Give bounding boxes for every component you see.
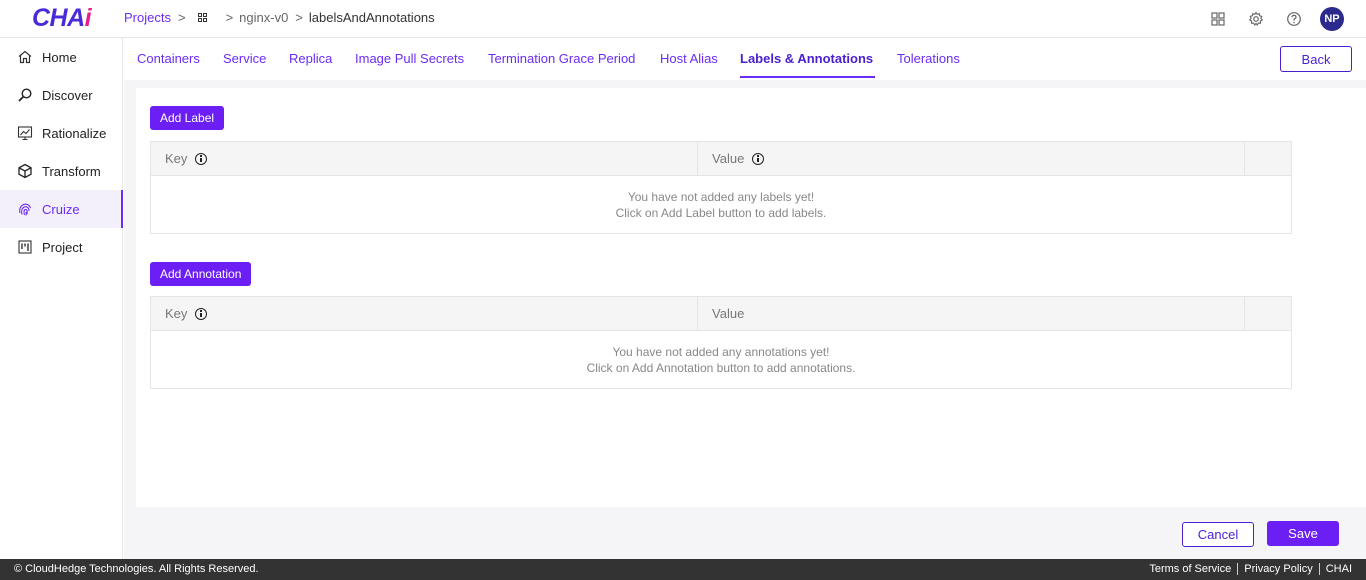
- value-column-header: Value: [698, 142, 1246, 175]
- top-bar: CHAi Projects > > nginx-v0 > labelsAndAn…: [0, 0, 1366, 38]
- actions-column-header: [1245, 297, 1291, 330]
- footer: © CloudHedge Technologies. All Rights Re…: [0, 559, 1366, 580]
- sidebar-item-label: Cruize: [42, 201, 80, 217]
- sidebar-item-label: Rationalize: [42, 125, 107, 141]
- tab-replica[interactable]: Replica: [289, 51, 332, 66]
- breadcrumb-current: labelsAndAnnotations: [308, 10, 435, 25]
- info-icon[interactable]: [195, 152, 208, 165]
- breadcrumb-app[interactable]: nginx-v0: [239, 10, 288, 25]
- tab-image-pull-secrets[interactable]: Image Pull Secrets: [355, 51, 464, 66]
- gear-icon[interactable]: [1244, 7, 1268, 31]
- back-button[interactable]: Back: [1280, 46, 1352, 72]
- sidebar-item-cruize[interactable]: Cruize: [0, 190, 123, 228]
- sidebar-item-label: Home: [42, 49, 77, 65]
- tab-tolerations[interactable]: Tolerations: [897, 51, 960, 66]
- key-column-header: Key: [151, 297, 699, 330]
- annotations-table: Key Value You have not added any annotat…: [150, 296, 1292, 389]
- add-label-button[interactable]: Add Label: [150, 106, 225, 130]
- empty-message: You have not added any labels yet!: [627, 189, 815, 204]
- tab-labels-annotations[interactable]: Labels & Annotations: [740, 51, 873, 66]
- add-annotation-button[interactable]: Add Annotation: [150, 262, 252, 286]
- table-header: Key Value: [151, 142, 1291, 176]
- annotations-empty-state: You have not added any annotations yet! …: [151, 331, 1291, 388]
- footer-links: Terms of Service Privacy Policy CHAI: [1143, 563, 1352, 575]
- sidebar-item-label: Transform: [42, 163, 101, 179]
- breadcrumb-separator: >: [295, 10, 303, 25]
- breadcrumb: Projects > > nginx-v0 > labelsAndAnnotat…: [124, 10, 435, 25]
- sidebar-item-label: Project: [42, 239, 83, 255]
- breadcrumb-separator: >: [177, 10, 186, 25]
- sidebar-item-home[interactable]: Home: [0, 38, 122, 76]
- terms-link[interactable]: Terms of Service: [1143, 563, 1239, 575]
- tab-bar: Containers Service Replica Image Pull Se…: [124, 38, 1366, 80]
- avatar[interactable]: NP: [1320, 7, 1344, 31]
- save-button[interactable]: Save: [1267, 521, 1339, 546]
- main-content: Containers Service Replica Image Pull Se…: [124, 38, 1366, 559]
- chart-icon: [16, 124, 34, 142]
- labels-annotations-panel: Add Label Key Value You have not added a…: [136, 88, 1366, 507]
- search-icon: [16, 86, 34, 104]
- privacy-link[interactable]: Privacy Policy: [1238, 563, 1320, 575]
- empty-message: You have not added any annotations yet!: [612, 344, 830, 359]
- info-icon[interactable]: [752, 152, 765, 165]
- fingerprint-icon: [16, 200, 34, 218]
- table-header: Key Value: [151, 297, 1291, 331]
- breadcrumb-projects[interactable]: Projects: [124, 10, 171, 25]
- chai-link[interactable]: CHAI: [1320, 563, 1352, 575]
- actions-column-header: [1245, 142, 1291, 175]
- tab-host-alias[interactable]: Host Alias: [660, 51, 718, 66]
- board-icon: [16, 238, 34, 256]
- tab-containers[interactable]: Containers: [137, 51, 200, 66]
- breadcrumb-separator: >: [225, 10, 234, 25]
- apps-grid-icon[interactable]: [1206, 7, 1230, 31]
- sidebar-item-transform[interactable]: Transform: [0, 152, 122, 190]
- sidebar-item-rationalize[interactable]: Rationalize: [0, 114, 122, 152]
- sidebar-item-project[interactable]: Project: [0, 228, 122, 266]
- value-column-header: Value: [698, 297, 1246, 330]
- labels-empty-state: You have not added any labels yet! Click…: [151, 176, 1291, 233]
- cube-icon: [16, 162, 34, 180]
- labels-table: Key Value You have not added any labels …: [150, 141, 1292, 234]
- tab-service[interactable]: Service: [223, 51, 266, 66]
- key-column-header: Key: [151, 142, 699, 175]
- help-icon[interactable]: [1282, 7, 1306, 31]
- tab-termination-grace-period[interactable]: Termination Grace Period: [488, 51, 635, 66]
- empty-hint: Click on Add Label button to add labels.: [615, 205, 827, 220]
- cancel-button[interactable]: Cancel: [1182, 522, 1254, 547]
- sidebar: Home Discover Rationalize Transform Crui…: [0, 38, 123, 559]
- chai-logo[interactable]: CHAi: [32, 4, 92, 33]
- empty-hint: Click on Add Annotation button to add an…: [586, 360, 856, 375]
- active-tab-indicator: [740, 76, 875, 78]
- apps-grid-icon[interactable]: [197, 13, 207, 22]
- info-icon[interactable]: [195, 307, 208, 320]
- sidebar-item-discover[interactable]: Discover: [0, 76, 122, 114]
- copyright-text: © CloudHedge Technologies. All Rights Re…: [14, 563, 259, 575]
- home-icon: [16, 48, 34, 66]
- sidebar-item-label: Discover: [42, 87, 93, 103]
